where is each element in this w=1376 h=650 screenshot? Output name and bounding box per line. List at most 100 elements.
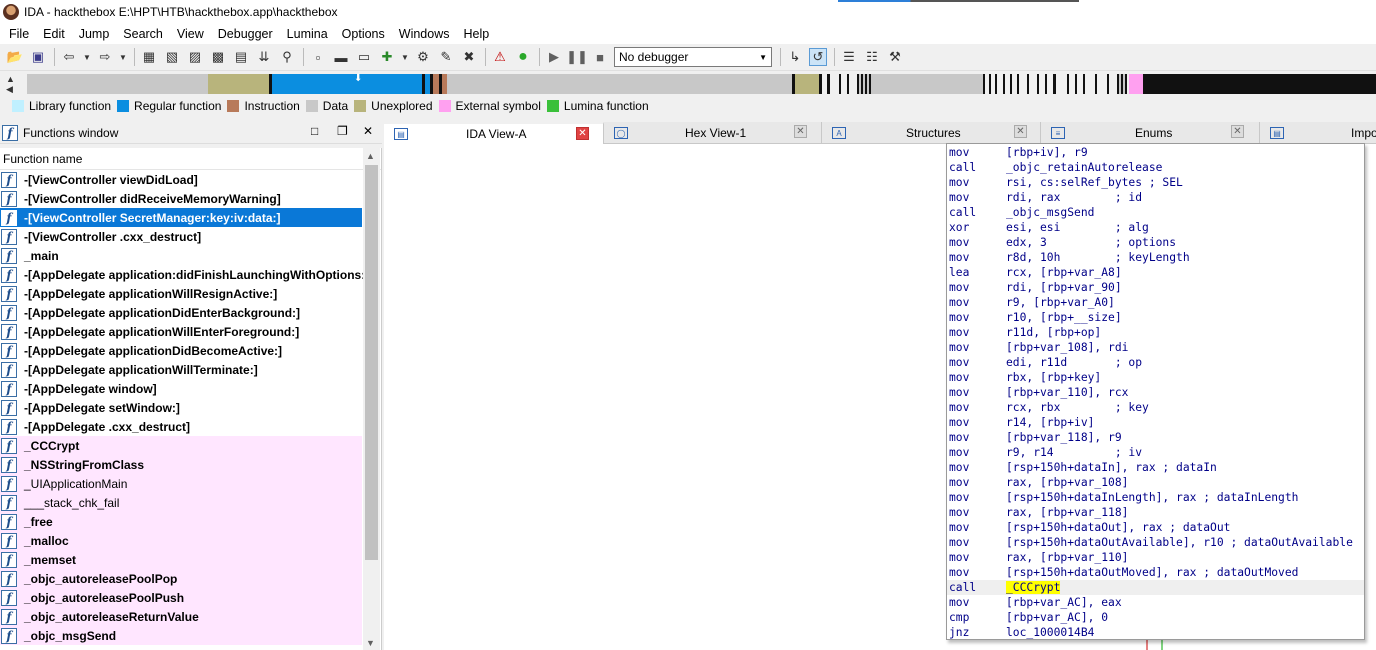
tab-enums[interactable]: ≡ Enums ✕: [1041, 122, 1260, 144]
asm-line[interactable]: xor esi, esi ; alg: [947, 220, 1364, 235]
close-tab-icon[interactable]: ✕: [1231, 125, 1244, 138]
asm-line[interactable]: mov rax, [rbp+var_108]: [947, 475, 1364, 490]
function-row[interactable]: f _NSStringFromClass: [0, 455, 362, 474]
functions-scrollbar[interactable]: ▲ ▼: [363, 148, 380, 650]
asm-line[interactable]: call _objc_retainAutorelease: [947, 160, 1364, 175]
back-arrow-icon[interactable]: ⇦: [60, 48, 78, 66]
asm-line[interactable]: mov rax, [rbp+var_110]: [947, 550, 1364, 565]
struct-view-icon[interactable]: ▤: [232, 48, 250, 66]
asm-line[interactable]: mov [rsp+150h+dataIn], rax ; dataIn: [947, 460, 1364, 475]
menu-debugger[interactable]: Debugger: [211, 24, 280, 44]
tab-imports[interactable]: ▤ Impo: [1260, 122, 1376, 144]
asm-line[interactable]: mov [rbp+var_110], rcx: [947, 385, 1364, 400]
asm-line[interactable]: mov [rbp+var_108], rdi: [947, 340, 1364, 355]
tools-icon[interactable]: ⚒: [886, 48, 904, 66]
tracing-icon[interactable]: ☷: [863, 48, 881, 66]
data-icon[interactable]: ▬: [332, 48, 350, 66]
function-row[interactable]: f -[AppDelegate setWindow:]: [0, 398, 362, 417]
string-icon[interactable]: ▭: [355, 48, 373, 66]
asm-line[interactable]: mov [rbp+var_118], r9: [947, 430, 1364, 445]
asm-line[interactable]: mov edi, r11d ; op: [947, 355, 1364, 370]
save-icon[interactable]: ▣: [29, 48, 47, 66]
add-icon[interactable]: ✚: [378, 48, 396, 66]
edit-icon[interactable]: ✎: [437, 48, 455, 66]
search-icon[interactable]: ⚲: [278, 48, 296, 66]
function-row[interactable]: f _UIApplicationMain: [0, 474, 362, 493]
function-row[interactable]: f -[AppDelegate applicationWillResignActi…: [0, 284, 362, 303]
asm-line[interactable]: mov r11d, [rbp+op]: [947, 325, 1364, 340]
function-row[interactable]: f _free: [0, 512, 362, 531]
asm-line[interactable]: mov r10, [rbp+__size]: [947, 310, 1364, 325]
function-row[interactable]: f _main: [0, 246, 362, 265]
function-row[interactable]: f -[ViewController .cxx_destruct]: [0, 227, 362, 246]
menu-jump[interactable]: Jump: [72, 24, 117, 44]
navigation-band-track[interactable]: ⬇: [27, 73, 1376, 94]
asm-line[interactable]: mov [rsp+150h+dataInLength], rax ; dataIn…: [947, 490, 1364, 505]
function-row[interactable]: f -[AppDelegate applicationDidEnterBackgr…: [0, 303, 362, 322]
pause-icon[interactable]: ❚❚: [566, 48, 588, 66]
menu-view[interactable]: View: [170, 24, 211, 44]
green-circle-icon[interactable]: ●: [514, 48, 532, 66]
gear-icon[interactable]: ⚙: [414, 48, 432, 66]
menu-windows[interactable]: Windows: [392, 24, 457, 44]
function-row[interactable]: f _memset: [0, 550, 362, 569]
asm-line[interactable]: mov rbx, [rbp+key]: [947, 370, 1364, 385]
asm-line[interactable]: mov rsi, cs:selRef_bytes ; SEL: [947, 175, 1364, 190]
open-folder-icon[interactable]: 📂: [6, 48, 24, 66]
function-row[interactable]: f _objc_autoreleasePoolPop: [0, 569, 362, 588]
forward-arrow-icon[interactable]: ⇨: [96, 48, 114, 66]
menu-options[interactable]: Options: [335, 24, 392, 44]
function-row[interactable]: f -[ViewController SecretManager:key:iv:d…: [0, 208, 362, 227]
asm-line[interactable]: mov [rsp+150h+dataOut], rax ; dataOut: [947, 520, 1364, 535]
scrollbar-thumb[interactable]: [365, 165, 378, 560]
scroll-down-icon[interactable]: ▼: [366, 638, 375, 648]
asm-line[interactable]: call _CCCrypt: [947, 580, 1364, 595]
breakpoint-list-icon[interactable]: ☰: [840, 48, 858, 66]
menu-file[interactable]: File: [2, 24, 36, 44]
asm-line[interactable]: mov r8d, 10h ; keyLength: [947, 250, 1364, 265]
function-row[interactable]: f -[ViewController didReceiveMemoryWarnin…: [0, 189, 362, 208]
tab-hex-view-1[interactable]: ◯ Hex View-1 ✕: [604, 122, 822, 144]
asm-line[interactable]: mov [rbp+iv], r9: [947, 145, 1364, 160]
asm-line[interactable]: mov rdi, [rbp+var_90]: [947, 280, 1364, 295]
asm-line[interactable]: mov rax, [rbp+var_118]: [947, 505, 1364, 520]
asm-line[interactable]: mov [rsp+150h+dataOutAvailable], r10 ; da…: [947, 535, 1364, 550]
add-dropdown-icon[interactable]: ▼: [401, 48, 409, 66]
close-tab-icon[interactable]: ✕: [1014, 125, 1027, 138]
asm-line[interactable]: mov edx, 3 ; options: [947, 235, 1364, 250]
function-row[interactable]: f ___stack_chk_fail: [0, 493, 362, 512]
asm-line[interactable]: mov [rbp+var_AC], eax: [947, 595, 1364, 610]
disassembly-block[interactable]: mov [rbp+iv], r9 call _objc_retainAutorelea…: [946, 143, 1365, 640]
function-row[interactable]: f _objc_autoreleasePoolPush: [0, 588, 362, 607]
stop-icon[interactable]: ■: [591, 48, 609, 66]
close-tab-icon[interactable]: ✕: [576, 127, 589, 140]
function-row[interactable]: f -[ViewController viewDidLoad]: [0, 170, 362, 189]
delete-icon[interactable]: ✖: [460, 48, 478, 66]
function-row[interactable]: f -[AppDelegate applicationDidBecomeActiv…: [0, 341, 362, 360]
menu-search[interactable]: Search: [116, 24, 170, 44]
nav-band-arrows-icon[interactable]: ▲ ◀: [6, 74, 15, 94]
tab-ida-view-a[interactable]: ▤ IDA View-A ✕: [384, 122, 604, 144]
menu-edit[interactable]: Edit: [36, 24, 72, 44]
scroll-up-icon[interactable]: ▲: [366, 151, 375, 161]
data-view-icon[interactable]: ▩: [209, 48, 227, 66]
binary-view-icon[interactable]: ▦: [140, 48, 158, 66]
asm-line[interactable]: mov [rsp+150h+dataOutMoved], rax ; dataOu…: [947, 565, 1364, 580]
function-row[interactable]: f -[AppDelegate applicationWillTerminate:…: [0, 360, 362, 379]
column-header-function-name[interactable]: Function name: [0, 148, 381, 170]
function-row[interactable]: f -[AppDelegate window]: [0, 379, 362, 398]
hex-view-icon[interactable]: ▧: [163, 48, 181, 66]
close-icon[interactable]: ✕: [363, 124, 373, 138]
menu-help[interactable]: Help: [456, 24, 496, 44]
asm-line[interactable]: jnz loc_1000014B4: [947, 625, 1364, 639]
asm-line[interactable]: call _objc_msgSend: [947, 205, 1364, 220]
asm-line[interactable]: cmp [rbp+var_AC], 0: [947, 610, 1364, 625]
tab-structures[interactable]: A Structures ✕: [822, 122, 1041, 144]
step-over-icon[interactable]: ↺: [809, 48, 827, 66]
run-icon[interactable]: ▶: [545, 48, 563, 66]
function-row[interactable]: f -[AppDelegate applicationWillEnterForeg…: [0, 322, 362, 341]
step-into-icon[interactable]: ↳: [786, 48, 804, 66]
forward-dropdown-icon[interactable]: ▼: [119, 48, 127, 66]
maximize-icon[interactable]: □: [311, 124, 318, 138]
function-row[interactable]: f _CCCrypt: [0, 436, 362, 455]
